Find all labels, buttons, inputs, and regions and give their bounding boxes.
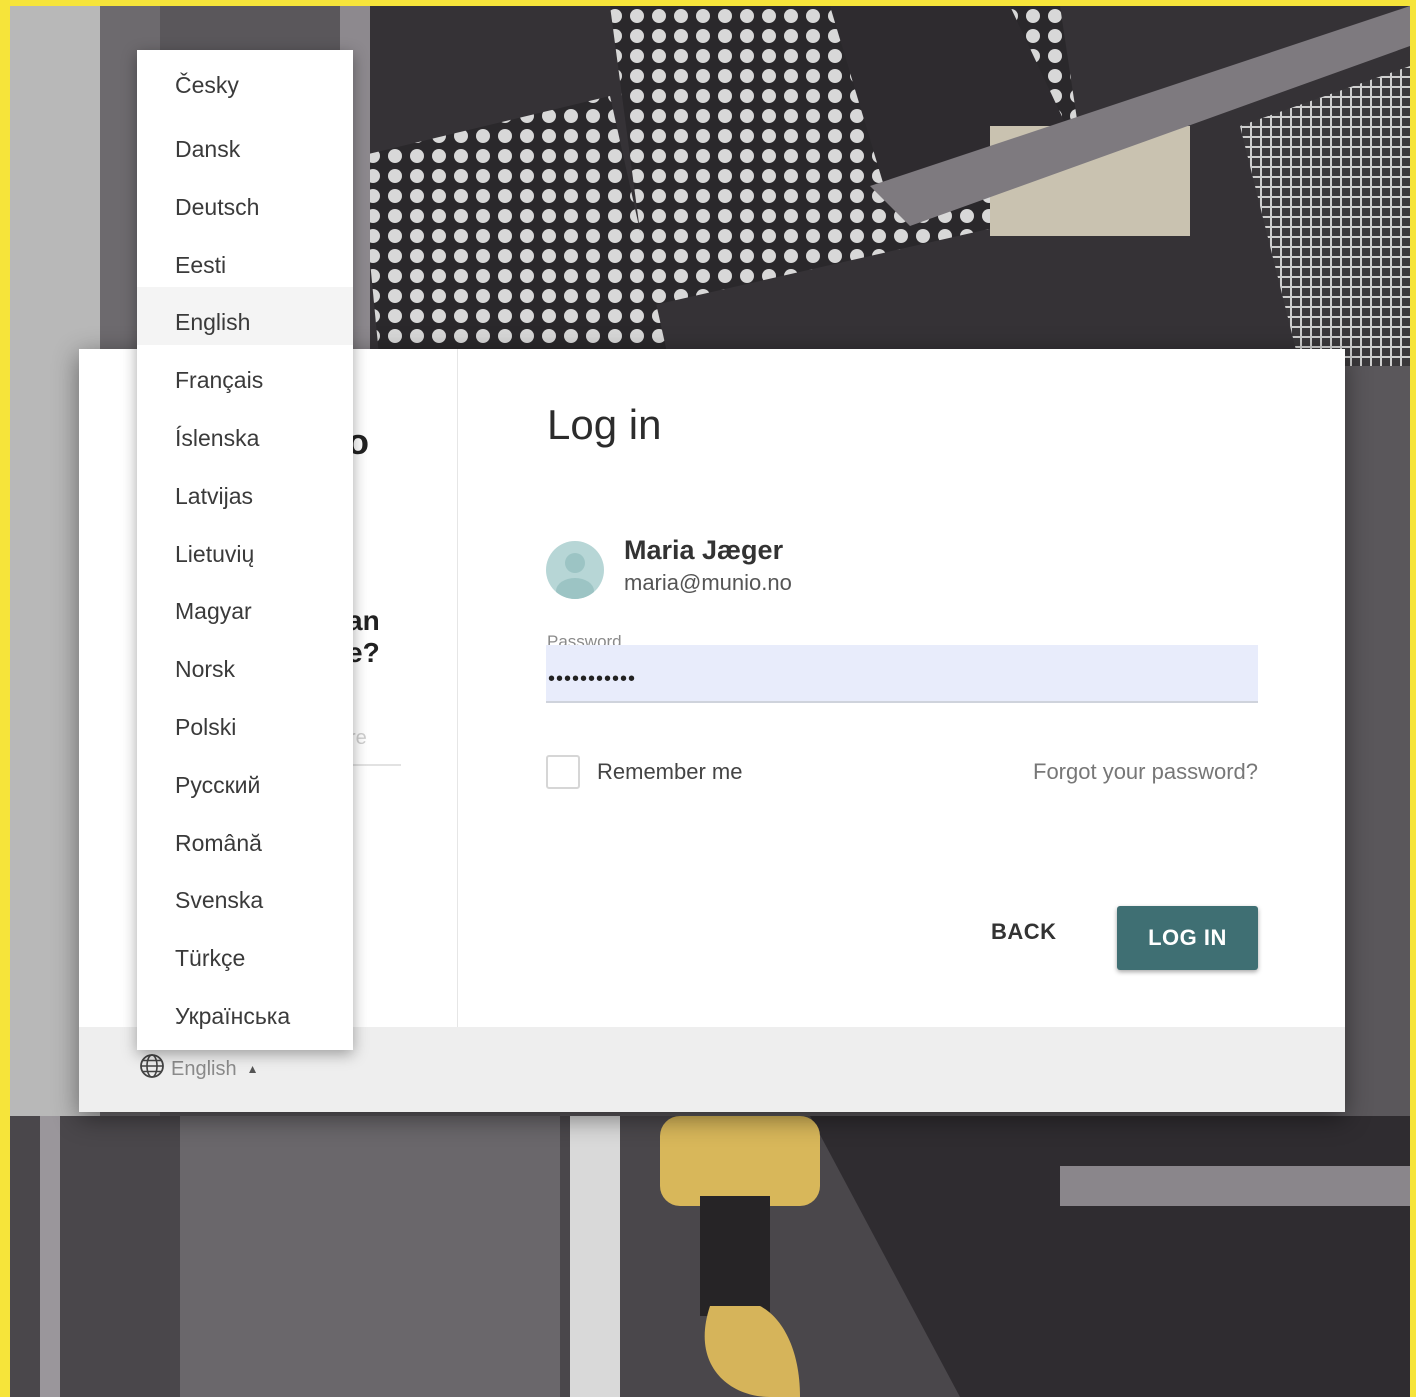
user-email: maria@munio.no: [624, 570, 792, 595]
language-option[interactable]: Polski: [137, 692, 353, 750]
language-option[interactable]: Norsk: [137, 634, 353, 692]
language-option[interactable]: Lietuvių: [137, 519, 353, 577]
language-option[interactable]: Français: [137, 345, 353, 403]
password-input[interactable]: [546, 645, 1258, 703]
pane-divider: [457, 349, 458, 1027]
language-option[interactable]: Dansk: [137, 114, 353, 172]
language-selector-label: English: [171, 1057, 237, 1080]
forgot-password-link[interactable]: Forgot your password?: [1033, 759, 1258, 785]
language-option[interactable]: Deutsch: [137, 172, 353, 230]
language-option[interactable]: Română: [137, 808, 353, 866]
user-avatar-icon: [546, 541, 604, 599]
language-option[interactable]: Türkçe: [137, 923, 353, 981]
remember-me-label[interactable]: Remember me: [597, 759, 742, 785]
globe-icon: [139, 1053, 165, 1085]
info-input-underline: [349, 764, 401, 766]
back-button[interactable]: BACK: [991, 919, 1057, 945]
language-menu: Česky Dansk Deutsch Eesti English França…: [137, 50, 353, 1050]
language-option[interactable]: Русский: [137, 750, 353, 808]
language-option[interactable]: Česky: [137, 50, 353, 114]
language-selector[interactable]: English ▲: [139, 1053, 259, 1085]
login-button[interactable]: LOG IN: [1117, 906, 1258, 970]
page-title: Log in: [547, 401, 662, 448]
language-option[interactable]: Eesti: [137, 230, 353, 288]
language-option[interactable]: Українська: [137, 981, 353, 1039]
language-option[interactable]: Magyar: [137, 576, 353, 634]
remember-me-checkbox[interactable]: [546, 755, 580, 789]
language-option[interactable]: Íslenska: [137, 403, 353, 461]
language-option[interactable]: Svenska: [137, 865, 353, 923]
caret-up-icon: ▲: [246, 1062, 259, 1076]
language-option[interactable]: Latvijas: [137, 461, 353, 519]
language-option-selected[interactable]: English: [137, 287, 353, 346]
user-name: Maria Jæger: [624, 535, 784, 565]
